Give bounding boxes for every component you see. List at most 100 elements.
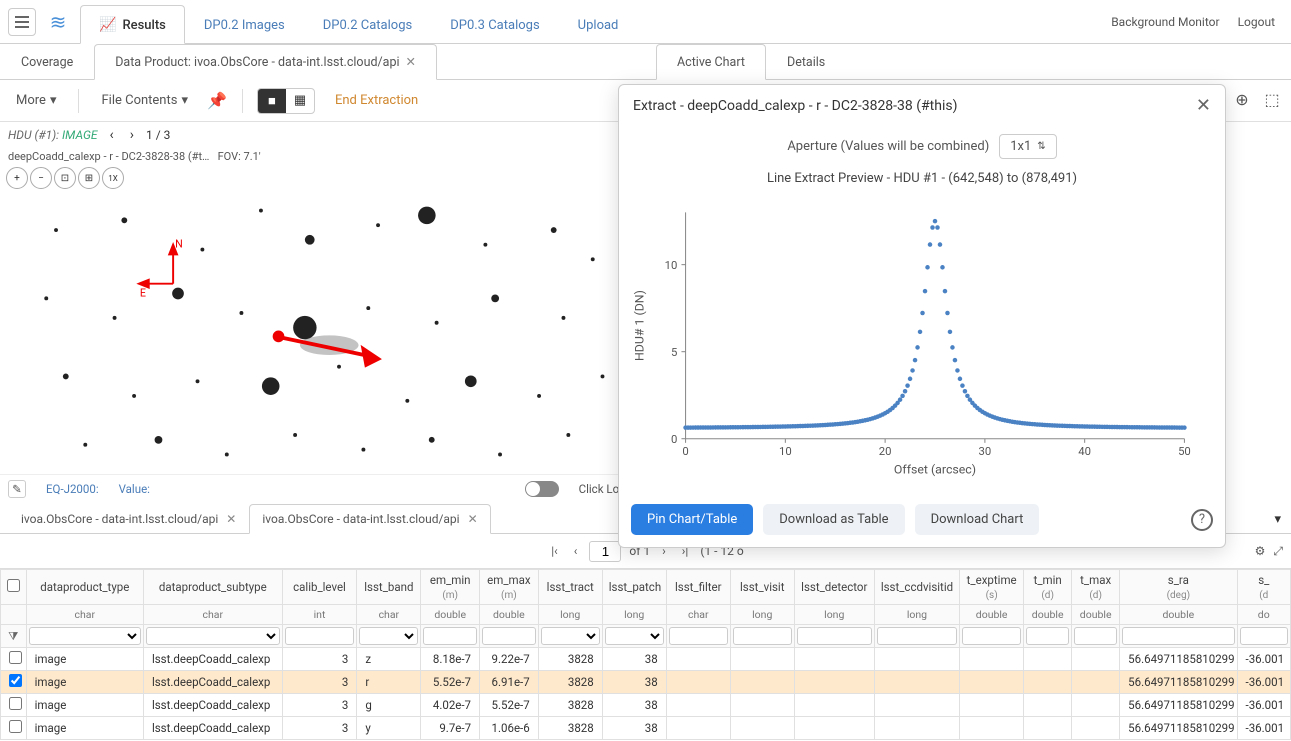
- zoom-fill-icon[interactable]: ⊞: [78, 167, 100, 189]
- grid-view-icon[interactable]: ▦: [286, 89, 314, 113]
- hdu-next[interactable]: ›: [126, 127, 138, 143]
- filter-input[interactable]: [423, 627, 477, 645]
- col-t_max[interactable]: t_max(d): [1072, 570, 1120, 605]
- filter-input[interactable]: [962, 627, 1021, 645]
- subtab-details[interactable]: Details: [766, 44, 846, 79]
- row-checkbox[interactable]: [9, 697, 22, 710]
- col-lsst_visit[interactable]: lsst_visit: [730, 570, 794, 605]
- table-row[interactable]: imagelsst.deepCoadd_calexp3r5.52e-76.91e…: [1, 671, 1291, 694]
- svg-text:50: 50: [1178, 445, 1191, 458]
- edit-icon[interactable]: ✎: [8, 480, 26, 498]
- gear-icon[interactable]: ⚙: [1255, 544, 1266, 559]
- tab-upload[interactable]: Upload: [559, 6, 638, 43]
- svg-text:0: 0: [682, 445, 688, 458]
- col-dataproduct_subtype[interactable]: dataproduct_subtype: [143, 570, 282, 605]
- page-prev-icon[interactable]: ‹: [570, 544, 582, 558]
- download-chart-button[interactable]: Download Chart: [915, 504, 1040, 535]
- col-em_min[interactable]: em_min(m): [421, 570, 480, 605]
- filter-input[interactable]: [797, 627, 872, 645]
- svg-text:N: N: [175, 238, 183, 251]
- col-lsst_tract[interactable]: lsst_tract: [538, 570, 602, 605]
- download-table-button[interactable]: Download as Table: [763, 504, 904, 535]
- row-checkbox[interactable]: [9, 651, 22, 664]
- col-lsst_band[interactable]: lsst_band: [357, 570, 421, 605]
- sky-image-viewer[interactable]: N E: [0, 191, 639, 474]
- filter-select[interactable]: [541, 627, 600, 645]
- filter-select[interactable]: [359, 627, 418, 645]
- filter-input[interactable]: [482, 627, 536, 645]
- filter-select[interactable]: [605, 627, 664, 645]
- col-t_min[interactable]: t_min(d): [1024, 570, 1072, 605]
- filter-input[interactable]: [877, 627, 957, 645]
- end-extraction-button[interactable]: End Extraction: [325, 89, 428, 112]
- tab-dp03-catalogs[interactable]: DP0.3 Catalogs: [431, 6, 558, 43]
- close-icon[interactable]: ✕: [468, 512, 478, 526]
- tab-results[interactable]: 📈Results: [80, 5, 185, 44]
- col-lsst_patch[interactable]: lsst_patch: [602, 570, 666, 605]
- filter-input[interactable]: [1026, 627, 1069, 645]
- row-checkbox[interactable]: [9, 674, 22, 687]
- filter-input[interactable]: [733, 627, 792, 645]
- col-s_ra[interactable]: s_ra(deg): [1120, 570, 1237, 605]
- close-icon[interactable]: ✕: [1196, 95, 1211, 116]
- zoom-in-icon[interactable]: +: [6, 167, 28, 189]
- filter-input[interactable]: [1074, 627, 1117, 645]
- col-em_max[interactable]: em_max(m): [480, 570, 539, 605]
- table-tab-menu[interactable]: ▾: [1264, 506, 1291, 533]
- col-t_exptime[interactable]: t_exptime(s): [960, 570, 1024, 605]
- page-input[interactable]: [589, 541, 621, 562]
- subtab-active-chart[interactable]: Active Chart: [656, 44, 766, 80]
- table-row[interactable]: imagelsst.deepCoadd_calexp3z8.18e-79.22e…: [1, 648, 1291, 671]
- filter-input[interactable]: [285, 627, 355, 645]
- target-icon[interactable]: ⊕: [1231, 89, 1253, 111]
- table-tab-0[interactable]: ivoa.ObsCore - data-int.lsst.cloud/api✕: [8, 504, 249, 533]
- filter-input[interactable]: [1240, 627, 1288, 645]
- file-contents-menu[interactable]: File Contents ▾: [93, 89, 196, 112]
- close-icon[interactable]: ✕: [226, 512, 236, 526]
- pin-chart-button[interactable]: Pin Chart/Table: [631, 504, 753, 535]
- filter-select[interactable]: [29, 627, 141, 645]
- click-lock-toggle[interactable]: [525, 481, 559, 497]
- chevron-down-icon: ▾: [181, 93, 188, 108]
- table-row[interactable]: imagelsst.deepCoadd_calexp3g4.02e-75.52e…: [1, 694, 1291, 717]
- expand-icon[interactable]: ⤢: [1273, 544, 1283, 559]
- page-first-icon[interactable]: |‹: [547, 544, 562, 558]
- view-mode-toggle[interactable]: ■ ▦: [257, 88, 315, 114]
- layers-icon[interactable]: ⬚: [1261, 89, 1283, 111]
- hdu-prev[interactable]: ‹: [106, 127, 118, 143]
- single-view-icon[interactable]: ■: [258, 89, 286, 113]
- zoom-1x-icon[interactable]: 1X: [102, 167, 124, 189]
- more-menu[interactable]: More ▾: [8, 89, 64, 112]
- tab-dp02-catalogs[interactable]: DP0.2 Catalogs: [304, 6, 431, 43]
- svg-text:Offset (arcsec): Offset (arcsec): [894, 463, 976, 478]
- select-all-checkbox[interactable]: [7, 579, 20, 592]
- extract-panel: Extract - deepCoadd_calexp - r - DC2-382…: [618, 84, 1226, 548]
- pin-icon[interactable]: 📌: [206, 90, 228, 112]
- subtab-coverage[interactable]: Coverage: [0, 44, 94, 79]
- table-tab-1[interactable]: ivoa.ObsCore - data-int.lsst.cloud/api✕: [249, 504, 490, 534]
- help-icon[interactable]: ?: [1191, 509, 1213, 531]
- row-checkbox[interactable]: [9, 720, 22, 733]
- svg-text:HDU# 1 (DN): HDU# 1 (DN): [632, 290, 647, 361]
- col-lsst_ccdvisitid[interactable]: lsst_ccdvisitid: [874, 570, 959, 605]
- zoom-fit-icon[interactable]: ⊡: [54, 167, 76, 189]
- col-lsst_detector[interactable]: lsst_detector: [794, 570, 874, 605]
- filter-input[interactable]: [669, 627, 728, 645]
- logout-link[interactable]: Logout: [1238, 15, 1275, 29]
- tab-dp02-images[interactable]: DP0.2 Images: [185, 6, 304, 43]
- filter-select[interactable]: [146, 627, 280, 645]
- col-calib_level[interactable]: calib_level: [282, 570, 357, 605]
- aperture-select[interactable]: 1x1⇅: [999, 134, 1056, 159]
- subtab-data-product[interactable]: Data Product: ivoa.ObsCore - data-int.ls…: [94, 44, 437, 80]
- zoom-out-icon[interactable]: −: [30, 167, 52, 189]
- table-row[interactable]: imagelsst.deepCoadd_calexp3y9.7e-71.06e-…: [1, 717, 1291, 740]
- line-extract-chart[interactable]: 010203040500510Offset (arcsec)HDU# 1 (DN…: [629, 200, 1205, 482]
- filter-input[interactable]: [1122, 627, 1234, 645]
- col-lsst_filter[interactable]: lsst_filter: [666, 570, 730, 605]
- background-monitor-link[interactable]: Background Monitor: [1111, 15, 1219, 29]
- col-s_[interactable]: s_(d: [1237, 570, 1290, 605]
- menu-button[interactable]: [8, 8, 36, 36]
- close-icon[interactable]: ✕: [406, 54, 416, 70]
- col-dataproduct_type[interactable]: dataproduct_type: [26, 570, 143, 605]
- filter-icon[interactable]: ⧩: [1, 625, 27, 648]
